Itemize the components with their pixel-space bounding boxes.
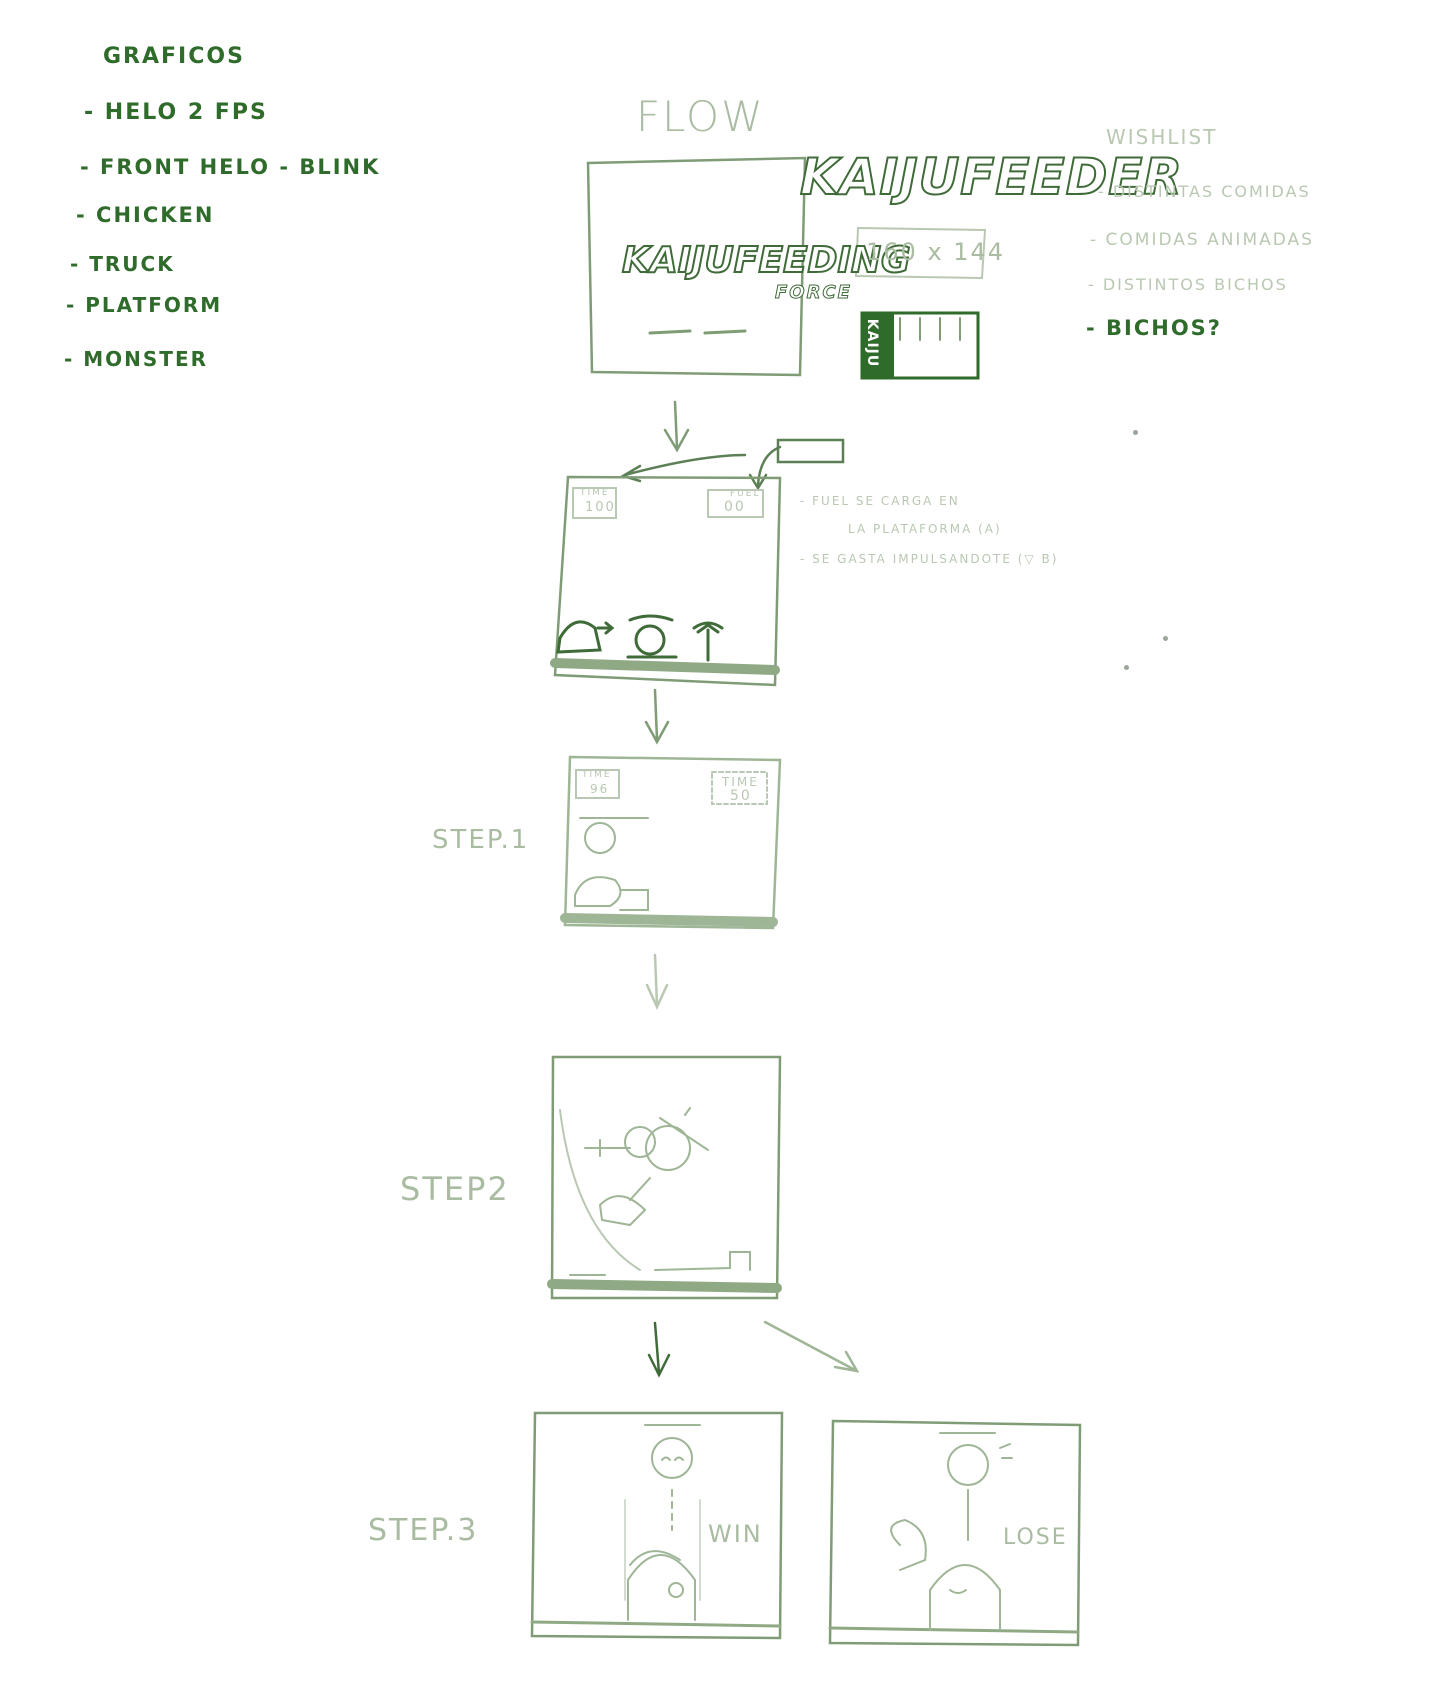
- hud-fuel-value: 00: [724, 499, 746, 515]
- step2-screen-frame: [550, 1055, 782, 1300]
- flow-arrow-1: [663, 400, 690, 453]
- step3-label: STEP.3: [368, 1513, 479, 1548]
- flow-arrow-3: [645, 953, 669, 1011]
- resolution-label: 160 x 144: [866, 238, 1006, 266]
- graficos-item: - MONSTER: [64, 347, 209, 371]
- fuel-note: - FUEL SE CARGA EN: [800, 494, 960, 508]
- kaiju-badge-text: KAIJU: [864, 318, 881, 368]
- wishlist-item: - DISTINTOS BICHOS: [1088, 275, 1288, 294]
- flow-arrow-4: [647, 1321, 671, 1378]
- wishlist-title: WISHLIST: [1106, 125, 1218, 149]
- wishlist-item: - COMIDAS ANIMADAS: [1090, 230, 1314, 250]
- fuel-note: - SE GASTA IMPULSANDOTE (▽ B): [800, 552, 1059, 566]
- graficos-item: - PLATFORM: [66, 293, 223, 317]
- graficos-item: - HELO 2 FPS: [84, 100, 268, 125]
- fuel-note: LA PLATAFORMA (A): [848, 522, 1002, 536]
- stray-dot: [1124, 665, 1129, 670]
- flow-arrow-2: [644, 688, 670, 745]
- stray-dot: [1133, 430, 1138, 435]
- force-logo: FORCE: [775, 282, 852, 304]
- graficos-item: - FRONT HELO - BLINK: [80, 155, 381, 179]
- step1-label: STEP.1: [432, 825, 530, 855]
- flow-arrow-5: [763, 1320, 860, 1373]
- step2-label: STEP2: [400, 1170, 510, 1208]
- stray-dot: [1163, 636, 1168, 641]
- wishlist-item: - BICHOS?: [1086, 316, 1222, 340]
- hud-time-label: TIME: [580, 488, 610, 498]
- graficos-item: - CHICKEN: [76, 203, 215, 227]
- hud-time-value: 100: [585, 500, 616, 515]
- graficos-item: - TRUCK: [70, 252, 175, 276]
- graficos-title: GRAFICOS: [103, 44, 245, 69]
- hud-fuel-label: FUEL: [730, 489, 761, 499]
- step1-time-label: TIME: [582, 770, 612, 780]
- flow-title: FLOW: [636, 92, 765, 141]
- wishlist-item: - DISTINTAS COMIDAS: [1098, 182, 1311, 201]
- step1-time-value: 96: [590, 782, 610, 796]
- kaiju-badge: KAIJU: [862, 313, 894, 378]
- win-label: WIN: [708, 1520, 763, 1548]
- step1-time2-label: TIME: [722, 775, 759, 789]
- step1-time2-value: 50: [730, 788, 752, 804]
- lose-label: LOSE: [1003, 1525, 1068, 1550]
